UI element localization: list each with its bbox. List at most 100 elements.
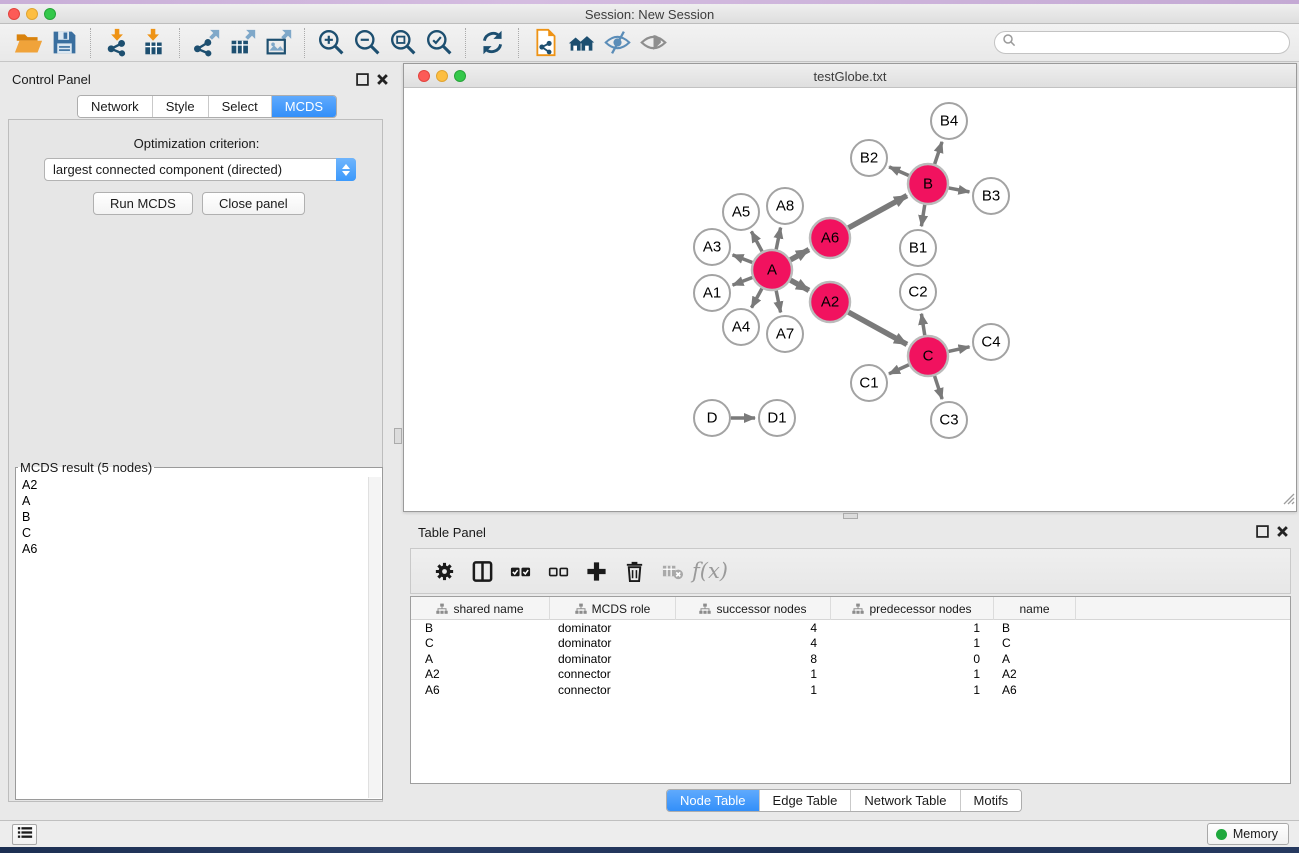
graph-edge-A-A6[interactable]	[790, 250, 809, 260]
table-cell[interactable]: A6	[994, 683, 1076, 697]
save-session-button[interactable]	[46, 26, 82, 60]
graph-edge-C-C1[interactable]	[889, 365, 909, 374]
export-network-button[interactable]	[188, 26, 224, 60]
table-cell[interactable]: dominator	[550, 652, 676, 666]
table-cell[interactable]: 1	[676, 683, 831, 697]
settings-button[interactable]	[425, 552, 463, 590]
zoom-fit-button[interactable]	[385, 26, 421, 60]
criterion-dropdown[interactable]: largest connected component (directed)	[44, 158, 356, 181]
select-all-button[interactable]	[501, 552, 539, 590]
tab-style[interactable]: Style	[152, 96, 208, 117]
graph-edge-A-A1[interactable]	[733, 278, 753, 286]
hide-details-button[interactable]	[599, 26, 635, 60]
graph-edge-C-C3[interactable]	[935, 376, 943, 399]
task-history-button[interactable]	[12, 824, 37, 845]
table-cell[interactable]: A2	[994, 667, 1076, 681]
network-canvas[interactable]: AA1A2A3A4A5A6A7A8BB1B2B3B4CC1C2C3C4DD1	[404, 88, 1296, 511]
column-header-name[interactable]: name	[994, 597, 1076, 620]
table-cell[interactable]: 1	[676, 667, 831, 681]
mcds-result-item[interactable]: C	[17, 525, 368, 541]
table-cell[interactable]: A2	[411, 667, 550, 681]
graph-edge-A-A2[interactable]	[790, 280, 809, 290]
mcds-result-item[interactable]: B	[17, 509, 368, 525]
table-row[interactable]: A6connector11A6	[411, 682, 1290, 698]
tab-select[interactable]: Select	[208, 96, 271, 117]
tab-network[interactable]: Network	[78, 96, 152, 117]
table-cell[interactable]: dominator	[550, 621, 676, 635]
close-panel-icon[interactable]	[376, 73, 389, 86]
export-table-button[interactable]	[224, 26, 260, 60]
zoom-in-button[interactable]	[313, 26, 349, 60]
table-cell[interactable]: 4	[676, 621, 831, 635]
table-row[interactable]: Bdominator41B	[411, 620, 1290, 636]
network-graph[interactable]: AA1A2A3A4A5A6A7A8BB1B2B3B4CC1C2C3C4DD1	[404, 88, 1296, 511]
graph-edge-A-A8[interactable]	[776, 228, 780, 250]
graph-edge-C-C4[interactable]	[948, 347, 969, 352]
graph-edge-B-B3[interactable]	[949, 188, 970, 192]
show-details-button[interactable]	[635, 26, 671, 60]
zoom-selected-button[interactable]	[421, 26, 457, 60]
table-row[interactable]: A2connector11A2	[411, 667, 1290, 683]
column-header-successor-nodes[interactable]: successor nodes	[676, 597, 831, 620]
graph-edge-B-B2[interactable]	[889, 167, 909, 176]
close-table-panel-icon[interactable]	[1276, 525, 1289, 538]
mcds-result-item[interactable]: A6	[17, 541, 368, 557]
open-file-button[interactable]	[10, 26, 46, 60]
table-cell[interactable]: dominator	[550, 636, 676, 650]
table-cell[interactable]: A6	[411, 683, 550, 697]
table-cell[interactable]: 1	[831, 621, 994, 635]
column-header-shared-name[interactable]: shared name	[411, 597, 550, 620]
tab-edge-table[interactable]: Edge Table	[759, 790, 851, 811]
search-field[interactable]	[994, 31, 1290, 54]
graph-edge-A2-C[interactable]	[848, 312, 907, 344]
graph-edge-A-A3[interactable]	[733, 255, 753, 263]
graph-edge-A6-B[interactable]	[848, 196, 907, 228]
column-header-MCDS-role[interactable]: MCDS role	[550, 597, 676, 620]
table-cell[interactable]: 8	[676, 652, 831, 666]
split-columns-button[interactable]	[463, 552, 501, 590]
close-panel-button[interactable]: Close panel	[202, 192, 305, 215]
table-cell[interactable]: C	[411, 636, 550, 650]
table-cell[interactable]: 4	[676, 636, 831, 650]
run-mcds-button[interactable]: Run MCDS	[93, 192, 193, 215]
mcds-result-item[interactable]: A	[17, 493, 368, 509]
zoom-out-button[interactable]	[349, 26, 385, 60]
float-table-panel-icon[interactable]	[1256, 525, 1269, 538]
graph-edge-A-A4[interactable]	[752, 288, 762, 307]
home-button[interactable]	[563, 26, 599, 60]
graph-edge-A-A5[interactable]	[751, 231, 762, 251]
function-builder-button[interactable]: f(x)	[691, 552, 729, 590]
table-cell[interactable]: C	[994, 636, 1076, 650]
import-table-button[interactable]	[135, 26, 171, 60]
table-cell[interactable]: A	[994, 652, 1076, 666]
table-cell[interactable]: A	[411, 652, 550, 666]
column-header-predecessor-nodes[interactable]: predecessor nodes	[831, 597, 994, 620]
table-cell[interactable]: 0	[831, 652, 994, 666]
table-cell[interactable]: B	[994, 621, 1076, 635]
result-scrollbar[interactable]	[368, 477, 381, 798]
table-cell[interactable]: 1	[831, 636, 994, 650]
tab-motifs[interactable]: Motifs	[960, 790, 1022, 811]
table-cell[interactable]: B	[411, 621, 550, 635]
resize-grip-icon[interactable]	[1281, 491, 1295, 510]
export-image-button[interactable]	[260, 26, 296, 60]
network-document-button[interactable]	[527, 26, 563, 60]
graph-edge-A-A7[interactable]	[776, 291, 780, 313]
memory-button[interactable]: Memory	[1207, 823, 1289, 845]
table-cell[interactable]: 1	[831, 683, 994, 697]
apply-layout-button[interactable]	[474, 26, 510, 60]
graph-edge-B-B1[interactable]	[921, 205, 924, 227]
tab-network-table[interactable]: Network Table	[850, 790, 959, 811]
table-cell[interactable]: connector	[550, 683, 676, 697]
float-panel-icon[interactable]	[356, 73, 369, 86]
table-cell[interactable]: connector	[550, 667, 676, 681]
add-column-button[interactable]	[577, 552, 615, 590]
table-row[interactable]: Adominator80A	[411, 651, 1290, 667]
search-input[interactable]	[1020, 36, 1270, 50]
delete-column-button[interactable]	[615, 552, 653, 590]
mcds-result-item[interactable]: A2	[17, 477, 368, 493]
tab-mcds[interactable]: MCDS	[271, 96, 336, 117]
graph-edge-B-B4[interactable]	[935, 142, 942, 164]
vertical-splitter-handle[interactable]	[394, 428, 402, 444]
import-network-button[interactable]	[99, 26, 135, 60]
